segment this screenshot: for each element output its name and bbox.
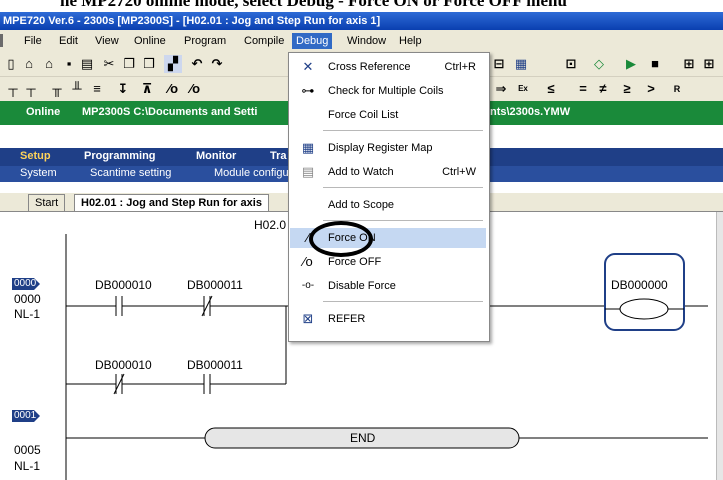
menu-item-force-off[interactable]: ∕o Force OFF [290,252,486,272]
highlight-circle-annotation [309,221,373,257]
title-bar: MPE720 Ver.6 - 2300s [MP2300S] - [H02.01… [0,12,723,30]
end-label: END [350,431,376,445]
print-icon[interactable]: ▤ [78,55,96,73]
menu-view[interactable]: View [91,33,123,49]
refer-icon: ⊠ [302,311,314,326]
transfer2-icon[interactable]: ⊞ [700,55,718,73]
nc-contact-icon[interactable]: ┬ [22,80,40,98]
subitem-scantime[interactable]: Scantime setting [90,167,171,179]
monitor-icon[interactable]: ⊡ [562,55,580,73]
redo-icon[interactable]: ↷ [208,55,226,73]
expression-icon[interactable]: Ex [514,80,532,98]
register-list-icon[interactable]: ▦ [512,55,530,73]
new-icon[interactable]: ▯ [2,55,20,73]
rung1-number: 0001 [14,410,37,421]
vertical-scrollbar[interactable] [716,212,723,480]
menu-separator [323,130,483,131]
document-header-text: he MP2720 online mode, select Debug - Fo… [60,0,567,10]
greater-equal-icon[interactable]: ≥ [618,80,636,98]
menu-window[interactable]: Window [343,33,390,49]
rung1-step: 0005 [14,443,41,457]
menu-separator [323,187,483,188]
project-path-end: nts\2300s.YMW [490,106,571,118]
menu-item-add-to-scope[interactable]: Add to Scope [290,195,486,215]
rung0-nl: NL-1 [14,307,41,321]
line-down-icon[interactable]: ↧ [114,80,132,98]
ladder-header: H02.0 [254,218,287,232]
rung0-number: 0000 [14,278,37,289]
menu-bar: File Edit View Online Program Compile De… [0,30,723,53]
open-folder-icon[interactable]: ⌂ [40,55,58,73]
compile-icon[interactable]: ⊟ [490,55,508,73]
doc-tab-start[interactable]: Start [28,194,66,211]
arrow-icon[interactable]: ⇒ [492,80,510,98]
menu-item-add-to-watch[interactable]: ▤ Add to Watch Ctrl+W [290,162,486,182]
check-coils-icon: ⊶ [301,83,315,98]
copy-icon[interactable]: ❐ [120,55,138,73]
rung0-step: 0000 [14,292,41,306]
menu-item-force-coil-list[interactable]: Force Coil List [290,105,486,125]
format-icon[interactable]: ▞ [164,55,182,73]
check-icon[interactable]: R [668,80,686,98]
save-icon[interactable]: ▪ [60,55,78,73]
watch-icon: ▤ [301,164,315,179]
less-than-icon[interactable]: ≤ [542,80,560,98]
system-menu-icon[interactable] [0,34,3,47]
tab-programming[interactable]: Programming [84,150,156,162]
force-off-icon: ∕o [303,254,313,269]
window-title: MPE720 Ver.6 - 2300s [MP2300S] - [H02.01… [3,15,381,27]
connect-icon[interactable]: ◇ [590,55,608,73]
tab-setup[interactable]: Setup [20,150,51,162]
run-icon[interactable]: ▶ [622,55,640,73]
not-equal-icon[interactable]: ≠ [594,80,612,98]
menu-debug[interactable]: Debug [292,33,333,49]
undo-icon[interactable]: ↶ [188,55,206,73]
contact-label-3[interactable]: DB000010 [95,358,152,372]
cross-reference-icon: ✕ [302,59,314,74]
document-header: he MP2720 online mode, select Debug - Fo… [0,0,723,12]
coil2-icon[interactable]: ∕o [186,80,204,98]
menu-item-check-multiple-coils[interactable]: ⊶ Check for Multiple Coils [290,81,486,101]
menu-help[interactable]: Help [395,33,426,49]
menu-item-cross-reference[interactable]: ✕ Cross Reference Ctrl+R [290,57,486,77]
menu-separator [323,301,483,302]
menu-compile[interactable]: Compile [240,33,288,49]
project-path: MP2300S C:\Documents and Setti [82,106,258,118]
contact-label-4[interactable]: DB000011 [187,358,243,372]
register-map-icon: ▦ [301,140,315,155]
transfer-icon[interactable]: ⊞ [680,55,698,73]
open-icon[interactable]: ⌂ [20,55,38,73]
equal-icon[interactable]: = [574,80,592,98]
cut-icon[interactable]: ✂ [100,55,118,73]
rung1-nl: NL-1 [14,459,41,473]
doc-tab-current[interactable]: H02.01 : Jog and Step Run for axis [74,194,269,211]
subitem-module-config[interactable]: Module configu [214,167,289,179]
paste-icon[interactable]: ❒ [140,55,158,73]
online-label: Online [26,106,61,118]
stop-icon[interactable]: ■ [646,55,664,73]
menu-file[interactable]: File [20,33,46,49]
tab-tra[interactable]: Tra [270,150,287,162]
branch-delete-icon[interactable]: ≡ [88,80,106,98]
coil-symbol [619,298,669,320]
subitem-system[interactable]: System [20,167,57,179]
coil-icon[interactable]: ∕o [164,80,182,98]
coil-label[interactable]: DB000000 [611,278,668,292]
greater-than-icon[interactable]: > [642,80,660,98]
menu-item-display-register-map[interactable]: ▦ Display Register Map [290,138,486,158]
debug-menu: ✕ Cross Reference Ctrl+R ⊶ Check for Mul… [288,52,490,342]
contact-label-1[interactable]: DB000010 [95,278,152,292]
contact-icon[interactable]: ┬ [4,80,22,98]
contact-label-2[interactable]: DB000011 [187,278,243,292]
menu-edit[interactable]: Edit [55,33,82,49]
menu-item-disable-force[interactable]: -o- Disable Force [290,276,486,296]
menu-program[interactable]: Program [180,33,230,49]
branch-close-icon[interactable]: ╨ [68,80,86,98]
menu-item-refer[interactable]: ⊠ REFER [290,309,486,329]
tab-monitor[interactable]: Monitor [196,150,236,162]
menu-online[interactable]: Online [130,33,170,49]
line-cross-icon[interactable]: ⊼ [138,80,156,98]
disable-force-icon: -o- [301,280,315,291]
branch-icon[interactable]: ╥ [48,80,66,98]
